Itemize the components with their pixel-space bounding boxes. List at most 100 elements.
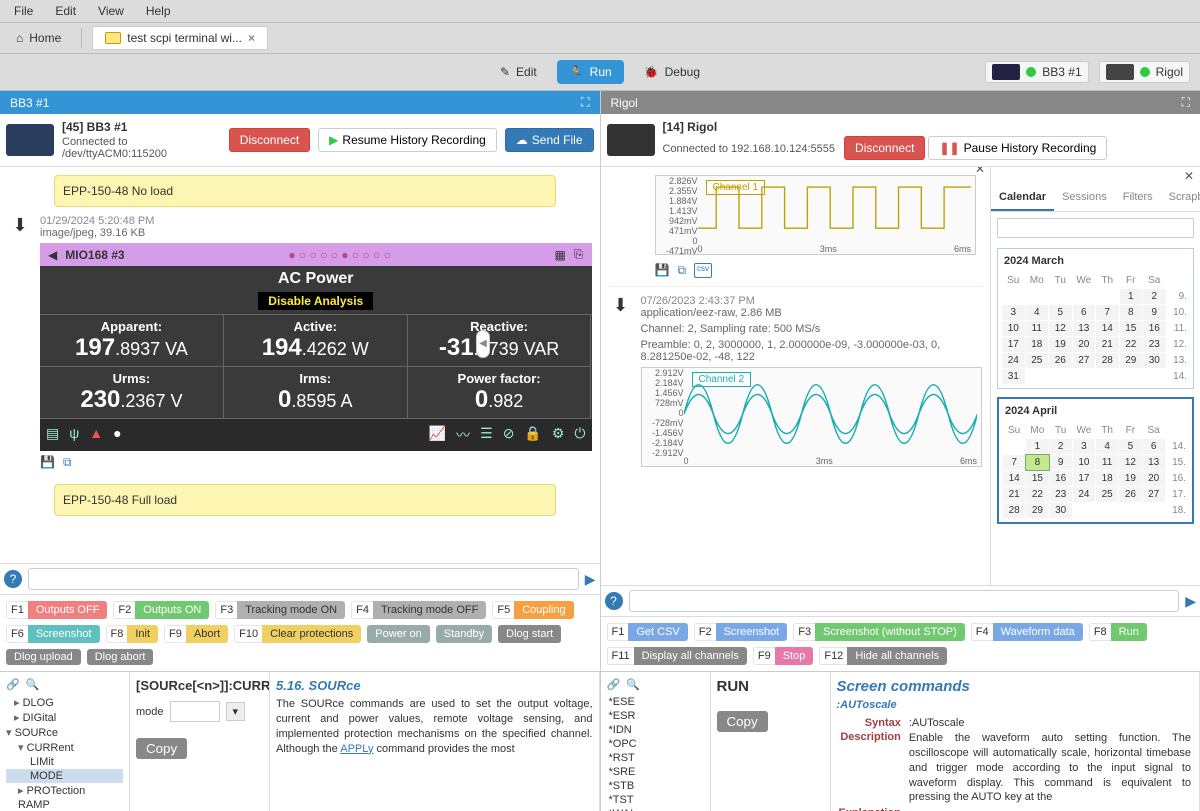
copy-icon[interactable]: ⧉ [63,455,72,470]
copy-button[interactable]: Copy [717,711,768,732]
scpi-item[interactable]: *ESE [607,695,704,709]
fkey-button[interactable]: F10Clear protections [234,625,361,643]
calendar-day[interactable]: 24 [1073,487,1095,502]
search-icon[interactable]: 🔍 [626,678,640,691]
calendar-april[interactable]: 2024 April SuMoTuWeThFrSa12345614.789101… [997,397,1194,524]
save-icon[interactable]: 💾 [40,455,55,470]
calendar-day[interactable]: 19 [1119,471,1141,486]
fkey-button[interactable]: F12Hide all channels [819,647,947,665]
calendar-day[interactable]: 1 [1120,289,1143,304]
link-icon[interactable]: 🔗 [607,678,621,691]
pause-recording-button[interactable]: ❚❚ Pause History Recording [928,136,1107,160]
calendar-day[interactable]: 10 [1073,455,1095,470]
scpi-list[interactable]: 🔗🔍 *ESE*ESR*IDN*OPC*RST*SRE*STB*TST*WAIA… [601,672,711,811]
calendar-day[interactable]: 15 [1120,321,1143,336]
calendar-day[interactable]: 20 [1143,471,1165,486]
calendar-day[interactable]: 12 [1119,455,1141,470]
fkey-button[interactable]: F4Waveform data [971,623,1083,641]
save-icon[interactable]: 💾 [655,263,670,278]
right-pane-tab[interactable]: Rigol ⛶ [601,91,1200,114]
tree-item[interactable]: SOURce [6,725,123,740]
fkey-button[interactable]: F9Abort [164,625,228,643]
collapse-handle[interactable]: ◀ [476,330,490,358]
calendar-day[interactable]: 7 [1003,455,1025,470]
fkey-button[interactable]: F8Init [106,625,159,643]
status-rigol[interactable]: Rigol [1099,61,1190,83]
calendar-day[interactable]: 30 [1050,503,1072,518]
tree-item[interactable]: PROTection [6,783,123,798]
calendar-day[interactable]: 18 [1096,471,1118,486]
disconnect-button[interactable]: Disconnect [844,136,925,160]
fkey-button[interactable]: F9Stop [753,647,813,665]
fkey-button[interactable]: Standby [436,625,492,643]
usb-icon[interactable]: ψ [69,425,79,445]
fkey-button[interactable]: F8Run [1089,623,1147,641]
calendar-day[interactable]: 21 [1096,337,1119,352]
calendar-day[interactable]: 21 [1003,487,1025,502]
rec-icon[interactable]: ● [113,425,121,445]
fkey-button[interactable]: F2Outputs ON [113,601,209,619]
calendar-day[interactable]: 3 [1073,439,1095,454]
help-icon[interactable]: ? [605,592,623,610]
export-icon[interactable]: ⎘ [574,247,584,262]
chart-icon[interactable]: 📈 [429,425,446,445]
send-icon[interactable]: ▶ [1185,593,1196,610]
mode-input[interactable] [170,701,220,722]
calendar-tab[interactable]: Sessions [1054,185,1115,211]
send-file-button[interactable]: ☁ Send File [505,128,594,152]
edit-button[interactable]: ✎ Edit [488,60,549,84]
calendar-march[interactable]: 2024 March SuMoTuWeThFrSa129.345678910.1… [997,248,1194,389]
calendar-day[interactable]: 11 [1096,455,1118,470]
calendar-day[interactable]: 17 [1073,471,1095,486]
calendar-day[interactable]: 16 [1143,321,1166,336]
calendar-day[interactable]: 8 [1120,305,1143,320]
fkey-button[interactable]: F1Get CSV [607,623,688,641]
tree-item[interactable]: LIMit [6,755,123,769]
scpi-item[interactable]: *ESR [607,709,704,723]
csv-badge[interactable]: csv [694,263,712,278]
calendar-day[interactable]: 7 [1096,305,1119,320]
maximize-icon[interactable]: ⛶ [581,95,589,110]
fkey-button[interactable]: Dlog start [498,625,561,643]
calendar-day[interactable]: 25 [1026,353,1049,368]
fkey-button[interactable]: F3Tracking mode ON [215,601,345,619]
help-icon[interactable]: ? [4,570,22,588]
fkey-button[interactable]: F6Screenshot [6,625,100,643]
scpi-item[interactable]: *STB [607,779,704,793]
menu-view[interactable]: View [88,2,134,20]
disconnect-button[interactable]: Disconnect [229,128,310,152]
calendar-day[interactable]: 5 [1119,439,1141,454]
menu-help[interactable]: Help [136,2,181,20]
calendar-day[interactable]: 12 [1049,321,1072,336]
fkey-button[interactable]: F5Coupling [492,601,573,619]
tri-icon[interactable]: ▲ [89,425,103,445]
calendar-day[interactable]: 17 [1002,337,1025,352]
calendar-day[interactable]: 19 [1049,337,1072,352]
tree-item[interactable]: RAMP [6,798,123,811]
fkey-button[interactable]: Dlog upload [6,649,81,665]
calendar-day[interactable]: 29 [1026,503,1048,518]
link-icon[interactable]: 🔗 [6,678,20,691]
status-bb3[interactable]: BB3 #1 [985,61,1088,83]
scpi-item[interactable]: *RST [607,751,704,765]
calendar-day[interactable]: 10 [1002,321,1025,336]
fkey-button[interactable]: F4Tracking mode OFF [351,601,486,619]
calendar-day[interactable]: 6 [1143,439,1165,454]
tree-item[interactable]: DLOG [6,695,123,710]
calendar-day[interactable]: 16 [1050,471,1072,486]
calendar-day[interactable]: 14 [1003,471,1025,486]
tree-item[interactable]: DIGital [6,710,123,725]
calendar-day[interactable]: 3 [1002,305,1025,320]
history-note[interactable]: EPP-150-48 Full load [54,484,556,516]
wave-icon[interactable]: 〰 [456,425,470,445]
left-pane-tab[interactable]: BB3 #1 ⛶ [0,91,600,114]
list-icon[interactable]: ☰ [480,425,493,445]
calendar-day[interactable]: 11 [1026,321,1049,336]
calendar-day[interactable]: 29 [1120,353,1143,368]
calendar-day[interactable]: 5 [1049,305,1072,320]
scpi-item[interactable]: *OPC [607,737,704,751]
scope-chart-ch2[interactable]: Channel 2 2.912V2.184V1.456V728mV0-728mV… [641,367,983,467]
fkey-button[interactable]: F3Screenshot (without STOP) [793,623,965,641]
calendar-day[interactable]: 30 [1143,353,1166,368]
mode-dropdown-icon[interactable]: ▾ [226,702,246,721]
